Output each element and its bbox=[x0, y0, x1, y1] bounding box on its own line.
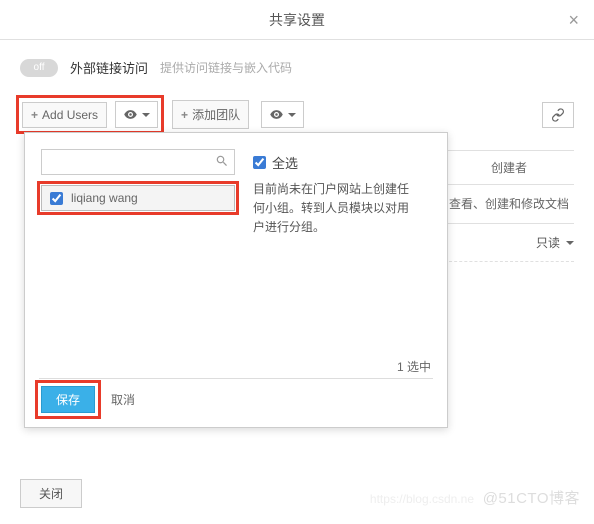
add-team-button[interactable]: + 添加团队 bbox=[172, 100, 249, 129]
team-permission-dropdown[interactable] bbox=[261, 101, 304, 128]
add-users-label: Add Users bbox=[42, 108, 98, 122]
user-picker-popup: liqiang wang 全选 目前尚未在门户网站上创建任何小组。转到人员模块以… bbox=[24, 132, 448, 428]
user-name: liqiang wang bbox=[71, 191, 138, 205]
creator-desc: 查看、创建和修改文档 bbox=[444, 185, 574, 224]
link-icon bbox=[550, 107, 566, 123]
users-permission-dropdown[interactable] bbox=[115, 101, 158, 128]
selected-count: 1 选中 bbox=[397, 358, 431, 375]
plus-icon: + bbox=[31, 108, 38, 122]
close-icon[interactable]: × bbox=[568, 10, 579, 31]
add-team-label: 添加团队 bbox=[192, 106, 240, 123]
caret-down-icon bbox=[566, 241, 574, 245]
eye-icon bbox=[123, 107, 138, 122]
copy-link-button[interactable] bbox=[542, 102, 574, 128]
search-icon bbox=[215, 154, 229, 168]
external-label: 外部链接访问 bbox=[70, 58, 148, 77]
plus-icon: + bbox=[181, 108, 188, 122]
add-users-button[interactable]: + Add Users bbox=[22, 102, 107, 128]
search-input[interactable] bbox=[41, 149, 235, 175]
cancel-button[interactable]: 取消 bbox=[111, 391, 135, 408]
eye-icon bbox=[269, 107, 284, 122]
external-hint: 提供访问链接与嵌入代码 bbox=[160, 59, 292, 76]
separator bbox=[39, 378, 433, 379]
external-toggle[interactable]: off bbox=[20, 59, 58, 77]
group-info-text: 目前尚未在门户网站上创建任何小组。转到人员模块以对用户进行分组。 bbox=[253, 180, 413, 238]
caret-down-icon bbox=[288, 113, 296, 117]
select-all[interactable]: 全选 bbox=[253, 153, 413, 172]
user-row[interactable]: liqiang wang bbox=[41, 185, 235, 211]
creator-header: 创建者 bbox=[444, 150, 574, 185]
select-all-label: 全选 bbox=[272, 153, 298, 172]
save-button[interactable]: 保存 bbox=[41, 386, 95, 413]
permission-dropdown[interactable]: 只读 bbox=[444, 224, 574, 262]
caret-down-icon bbox=[142, 113, 150, 117]
permission-label: 只读 bbox=[536, 234, 560, 251]
dialog-title: 共享设置 bbox=[269, 10, 325, 30]
watermark-text: @51CTO博客 bbox=[483, 487, 580, 508]
close-button[interactable]: 关闭 bbox=[20, 479, 82, 508]
watermark-url: https://blog.csdn.ne bbox=[370, 492, 474, 506]
select-all-checkbox[interactable] bbox=[253, 156, 266, 169]
user-checkbox[interactable] bbox=[50, 192, 63, 205]
